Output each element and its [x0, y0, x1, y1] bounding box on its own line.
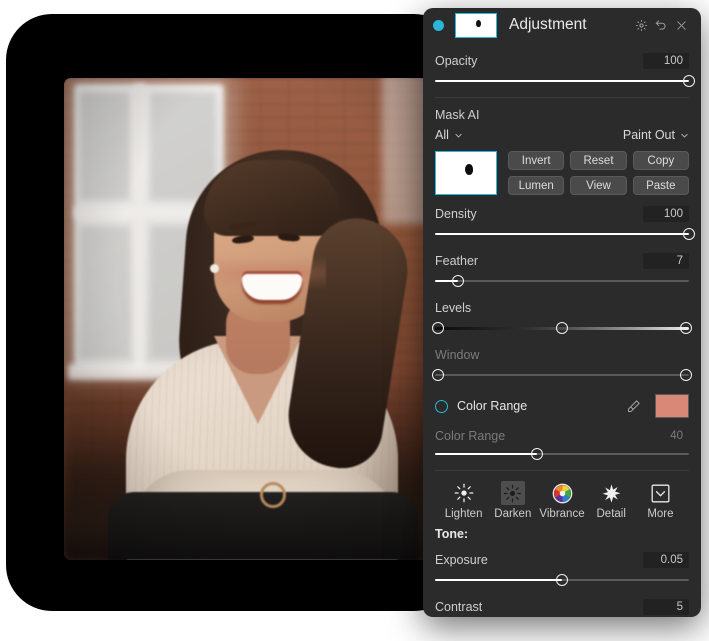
panel-header: Adjustment [423, 8, 701, 42]
undo-icon[interactable] [651, 15, 671, 35]
opacity-slider[interactable] [435, 73, 695, 89]
tool-darken-label: Darken [494, 508, 532, 520]
exposure-slider[interactable] [435, 572, 689, 588]
paste-button[interactable]: Paste [632, 176, 689, 195]
gear-icon[interactable] [631, 15, 651, 35]
tool-lighten-label: Lighten [444, 508, 483, 520]
mask-ai-section: Mask AI All Paint Out Invert Reset Copy [423, 106, 701, 462]
color-swatch[interactable] [655, 394, 689, 418]
lumen-button[interactable]: Lumen [508, 176, 565, 195]
window-slider[interactable] [431, 367, 693, 383]
tool-detail[interactable]: Detail [587, 481, 636, 520]
tool-lighten[interactable]: Lighten [439, 481, 488, 520]
chevron-down-box-icon [648, 481, 672, 505]
adjustment-panel: Adjustment Opacity 100 Mask AI All Paint… [423, 8, 701, 617]
density-slider[interactable] [435, 226, 695, 242]
exposure-value[interactable]: 0.05 [643, 552, 689, 568]
tool-row: Lighten Darken Vibrance Detail More [423, 471, 701, 520]
reset-button[interactable]: Reset [570, 151, 627, 170]
exposure-label: Exposure [435, 553, 488, 567]
screenshot-root: Adjustment Opacity 100 Mask AI All Paint… [0, 0, 709, 641]
feather-label: Feather [435, 254, 479, 268]
chevron-down-icon [681, 133, 688, 138]
tool-vibrance[interactable]: Vibrance [537, 481, 586, 520]
view-button[interactable]: View [570, 176, 627, 195]
window-label: Window [435, 348, 480, 362]
color-range-label: Color Range [457, 399, 528, 413]
opacity-value[interactable]: 100 [643, 53, 689, 69]
mask-button-grid: Invert Reset Copy Lumen View Paste [508, 151, 689, 195]
sun-dark-icon [500, 481, 525, 505]
tool-detail-label: Detail [596, 508, 626, 520]
panel-title: Adjustment [509, 16, 587, 33]
paint-mode-dropdown[interactable]: Paint Out [623, 128, 689, 142]
tool-more-label: More [647, 508, 674, 520]
contrast-label: Contrast [435, 600, 483, 614]
feather-value[interactable]: 7 [643, 253, 689, 269]
contrast-value[interactable]: 5 [643, 599, 689, 615]
layer-enabled-dot[interactable] [433, 19, 444, 31]
close-icon[interactable] [671, 15, 691, 35]
mask-preview-thumbnail[interactable] [435, 151, 497, 195]
eyedropper-icon[interactable] [623, 399, 643, 414]
sun-icon [452, 481, 476, 505]
photo-frame [6, 14, 460, 611]
color-range-value[interactable]: 40 [670, 430, 689, 442]
feather-slider[interactable] [435, 273, 689, 289]
tool-vibrance-label: Vibrance [539, 508, 585, 520]
color-wheel-icon [550, 481, 574, 505]
tool-more[interactable]: More [636, 481, 685, 520]
levels-label: Levels [435, 301, 472, 315]
tool-darken[interactable]: Darken [488, 481, 537, 520]
paint-mode-value: Paint Out [622, 128, 675, 142]
portrait-photo [64, 78, 450, 560]
mask-thumbnail-small[interactable] [455, 12, 497, 38]
mask-ai-label: Mask AI [435, 108, 480, 122]
color-range-slider-label: Color Range [435, 429, 506, 443]
color-range-toggle-icon[interactable] [435, 399, 448, 413]
tone-heading: Tone: [435, 527, 469, 541]
opacity-section: Opacity 100 [423, 50, 701, 89]
density-label: Density [435, 207, 477, 221]
opacity-label: Opacity [435, 54, 478, 68]
color-range-toggle-row[interactable]: Color Range [435, 393, 689, 419]
chevron-down-icon [455, 133, 462, 138]
mask-target-value: All [435, 128, 449, 142]
color-range-slider[interactable] [435, 446, 689, 462]
copy-button[interactable]: Copy [632, 151, 689, 170]
levels-slider[interactable] [431, 320, 693, 336]
sparkle-icon [599, 481, 623, 505]
mask-target-dropdown[interactable]: All [435, 128, 463, 142]
divider-1 [435, 97, 689, 98]
density-value[interactable]: 100 [643, 206, 689, 222]
invert-button[interactable]: Invert [508, 151, 565, 170]
tone-section: Exposure 0.05 Contrast 5 Highlights 18 [423, 549, 701, 617]
